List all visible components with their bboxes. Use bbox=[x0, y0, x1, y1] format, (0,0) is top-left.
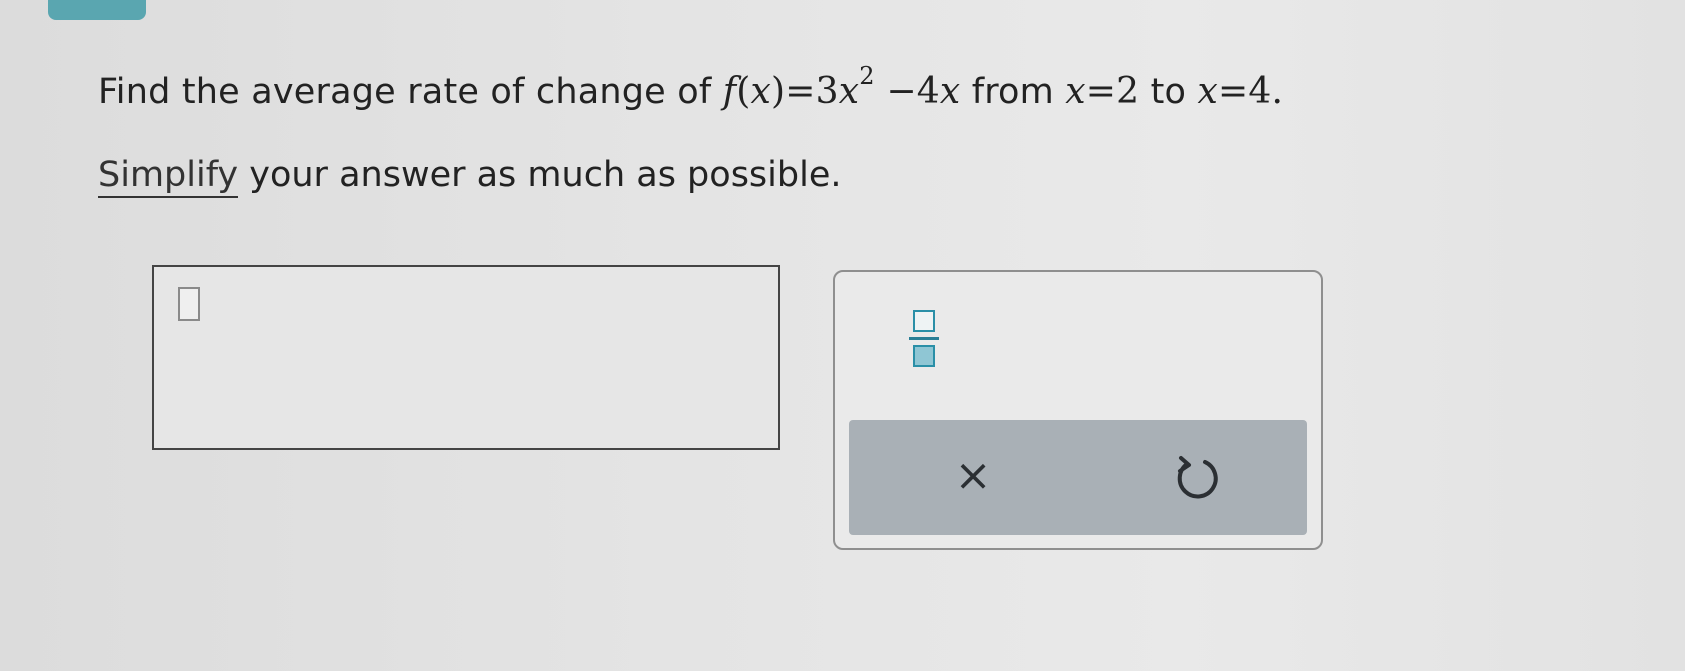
clear-button[interactable]: × bbox=[943, 446, 1003, 506]
fraction-icon bbox=[913, 310, 935, 332]
variable-x: x bbox=[838, 71, 860, 112]
math-keypad: × bbox=[833, 270, 1323, 550]
question-prefix: Find the average rate of change of bbox=[98, 72, 723, 112]
question-text: Find the average rate of change of f(x)=… bbox=[98, 56, 1283, 118]
to-text: to bbox=[1139, 72, 1198, 112]
from-value: 2 bbox=[1116, 71, 1140, 112]
fraction-bar bbox=[909, 337, 939, 340]
simplify-link[interactable]: Simplify bbox=[98, 155, 239, 198]
coefficient-a: 3 bbox=[815, 71, 839, 112]
instruction-rest: your answer as much as possible. bbox=[238, 155, 842, 195]
undo-icon bbox=[1177, 456, 1218, 499]
answer-input[interactable] bbox=[152, 265, 780, 450]
function-name: f bbox=[722, 71, 737, 112]
paren-close: ) bbox=[770, 71, 786, 112]
coefficient-b: 4 bbox=[916, 71, 940, 112]
variable-x2: x bbox=[939, 71, 961, 112]
to-value: 4 bbox=[1248, 71, 1272, 112]
from-var: x bbox=[1065, 71, 1086, 112]
instruction-text: Simplify your answer as much as possible… bbox=[98, 150, 841, 200]
from-equals: = bbox=[1085, 71, 1117, 112]
keypad-action-bar: × bbox=[849, 420, 1307, 535]
period: . bbox=[1271, 71, 1284, 112]
exponent: 2 bbox=[859, 62, 875, 90]
fraction-button[interactable] bbox=[907, 306, 941, 372]
to-expression: x=4. bbox=[1197, 71, 1283, 112]
undo-button[interactable] bbox=[1169, 450, 1225, 506]
paren-open: ( bbox=[736, 71, 751, 112]
from-text: from bbox=[960, 72, 1066, 112]
to-var: x bbox=[1197, 71, 1218, 112]
top-tab[interactable] bbox=[48, 0, 146, 20]
from-expression: x=2 bbox=[1065, 71, 1139, 112]
function-var: x bbox=[750, 71, 771, 112]
fraction-denominator-icon bbox=[913, 345, 935, 367]
minus-sign: − bbox=[886, 71, 917, 112]
answer-placeholder-box[interactable] bbox=[178, 287, 200, 321]
function-expression: f(x)=3x2 −4x bbox=[722, 62, 961, 112]
to-equals: = bbox=[1218, 71, 1249, 112]
equals-sign: = bbox=[785, 71, 816, 112]
